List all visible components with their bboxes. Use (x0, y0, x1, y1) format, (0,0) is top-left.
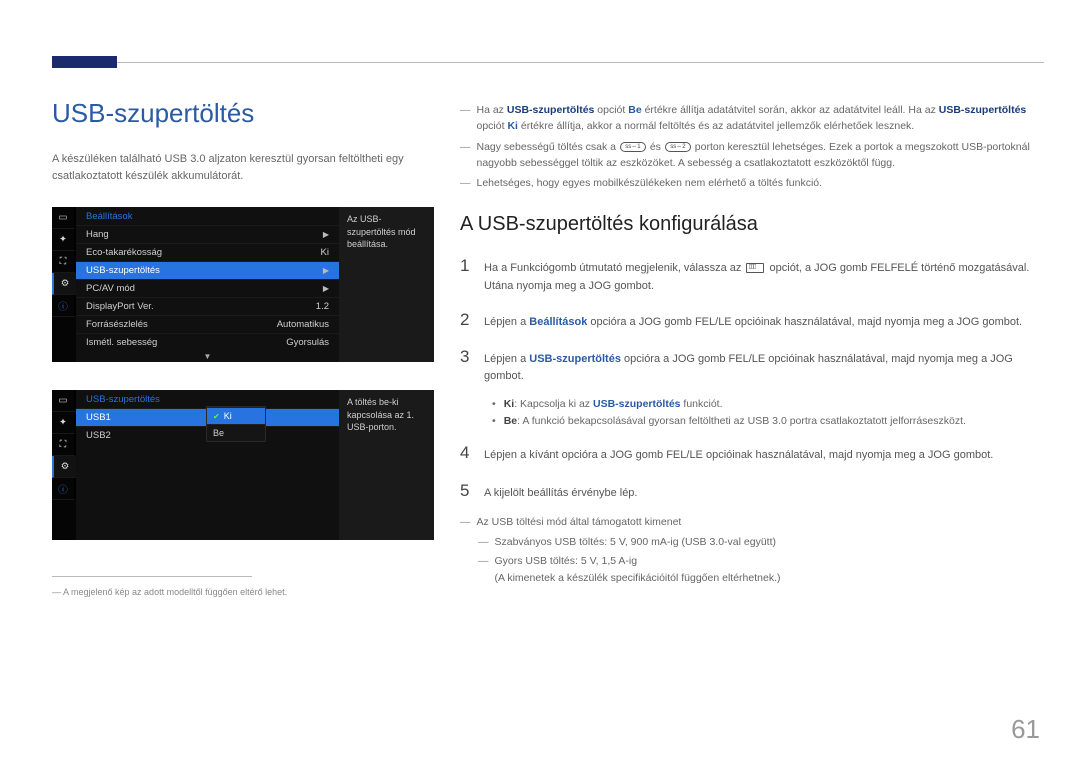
osd-usb-panel: ▭ ✦ ⛶ ⚙ ⓘ USB-szupertöltés USB1 USB2 ✔Ki… (52, 390, 434, 540)
page-number: 61 (1011, 714, 1040, 745)
osd-list: Beállítások Hang▶ Eco-takarékosságKi USB… (76, 207, 339, 362)
osd-row-eco: Eco-takarékosságKi (76, 243, 339, 261)
info-icon: ⓘ (52, 295, 76, 317)
output-heading: Az USB töltési mód által támogatott kime… (460, 514, 1045, 531)
menu-icon (746, 263, 764, 273)
osd-row-source: ForrásészlelésAutomatikus (76, 315, 339, 333)
note-item: Nagy sebességű töltés csak a ss⇔1 és ss⇔… (460, 139, 1045, 172)
footnote: ― A megjelenő kép az adott modelltől füg… (52, 587, 434, 597)
chevron-right-icon: ▶ (323, 230, 329, 239)
check-icon: ✔ (213, 412, 220, 421)
ss-port-icon: ss⇔2 (665, 142, 691, 152)
osd-help: A töltés be-ki kapcsolása az 1. USB-port… (339, 390, 434, 540)
adjust-icon: ✦ (52, 412, 76, 434)
header-rule (52, 62, 1044, 63)
ss-port-icon: ss⇔1 (620, 142, 646, 152)
note-item: Ha az USB-szupertöltés opciót Be értékre… (460, 102, 1045, 135)
osd-option-ki: ✔Ki (207, 407, 265, 424)
osd-row-usb-supercharge: USB-szupertöltés▶ (76, 261, 339, 279)
osd-help: Az USB-szupertöltés mód beállítása. (339, 207, 434, 362)
info-icon: ⓘ (52, 478, 76, 500)
resize-icon: ⛶ (52, 434, 76, 456)
left-column: USB-szupertöltés A készüléken található … (52, 98, 434, 597)
osd-row-repeat: Ismétl. sebességGyorsulás (76, 333, 339, 351)
osd-header: Beállítások (76, 207, 339, 225)
chevron-right-icon: ▶ (323, 284, 329, 293)
osd-options-popup: ✔Ki Be (206, 406, 266, 442)
note-item: Lehetséges, hogy egyes mobilkészülékeken… (460, 175, 1045, 191)
intro-text: A készüléken található USB 3.0 aljzaton … (52, 151, 434, 185)
osd-row-hang: Hang▶ (76, 225, 339, 243)
step-3-bullets: Ki: Kapcsolja ki az USB-szupertöltés fun… (492, 396, 1045, 430)
osd-settings-panel: ▭ ✦ ⛶ ⚙ ⓘ Beállítások Hang▶ Eco-takaréko… (52, 207, 434, 362)
output-items: Szabványos USB töltés: 5 V, 900 mA-ig (U… (478, 534, 1045, 587)
bullet-ki: Ki: Kapcsolja ki az USB-szupertöltés fun… (492, 396, 1045, 413)
osd-nav-icons: ▭ ✦ ⛶ ⚙ ⓘ (52, 390, 76, 540)
step-4: 4 Lépjen a kívánt opcióra a JOG gomb FEL… (460, 439, 1045, 466)
footnote-rule (52, 576, 252, 577)
output-item: Gyors USB töltés: 5 V, 1,5 A-ig(A kimene… (478, 553, 1045, 587)
step-3: 3 Lépjen a USB-szupertöltés opcióra a JO… (460, 343, 1045, 386)
step-list: 1 Ha a Funkciógomb útmutató megjelenik, … (460, 252, 1045, 504)
chevron-right-icon: ▶ (323, 266, 329, 275)
note-list: Ha az USB-szupertöltés opciót Be értékre… (460, 102, 1045, 191)
osd-nav-icons: ▭ ✦ ⛶ ⚙ ⓘ (52, 207, 76, 362)
config-heading: A USB-szupertöltés konfigurálása (460, 213, 1045, 236)
osd-list: USB-szupertöltés USB1 USB2 ✔Ki Be (76, 390, 339, 540)
osd-option-be: Be (207, 424, 265, 441)
gear-icon: ⚙ (52, 273, 76, 295)
step-1: 1 Ha a Funkciógomb útmutató megjelenik, … (460, 252, 1045, 295)
monitor-icon: ▭ (52, 207, 76, 229)
monitor-icon: ▭ (52, 390, 76, 412)
resize-icon: ⛶ (52, 251, 76, 273)
output-item: Szabványos USB töltés: 5 V, 900 mA-ig (U… (478, 534, 1045, 551)
chevron-down-icon: ▼ (76, 351, 339, 362)
right-column: Ha az USB-szupertöltés opciót Be értékre… (460, 98, 1045, 590)
osd-row-pcav: PC/AV mód▶ (76, 279, 339, 297)
section-tab (52, 56, 117, 68)
osd-row-dp: DisplayPort Ver.1.2 (76, 297, 339, 315)
gear-icon: ⚙ (52, 456, 76, 478)
step-2: 2 Lépjen a Beállítások opcióra a JOG gom… (460, 306, 1045, 333)
adjust-icon: ✦ (52, 229, 76, 251)
bullet-be: Be: A funkció bekapcsolásával gyorsan fe… (492, 413, 1045, 430)
step-5: 5 A kijelölt beállítás érvénybe lép. (460, 477, 1045, 504)
page-title: USB-szupertöltés (52, 98, 434, 129)
